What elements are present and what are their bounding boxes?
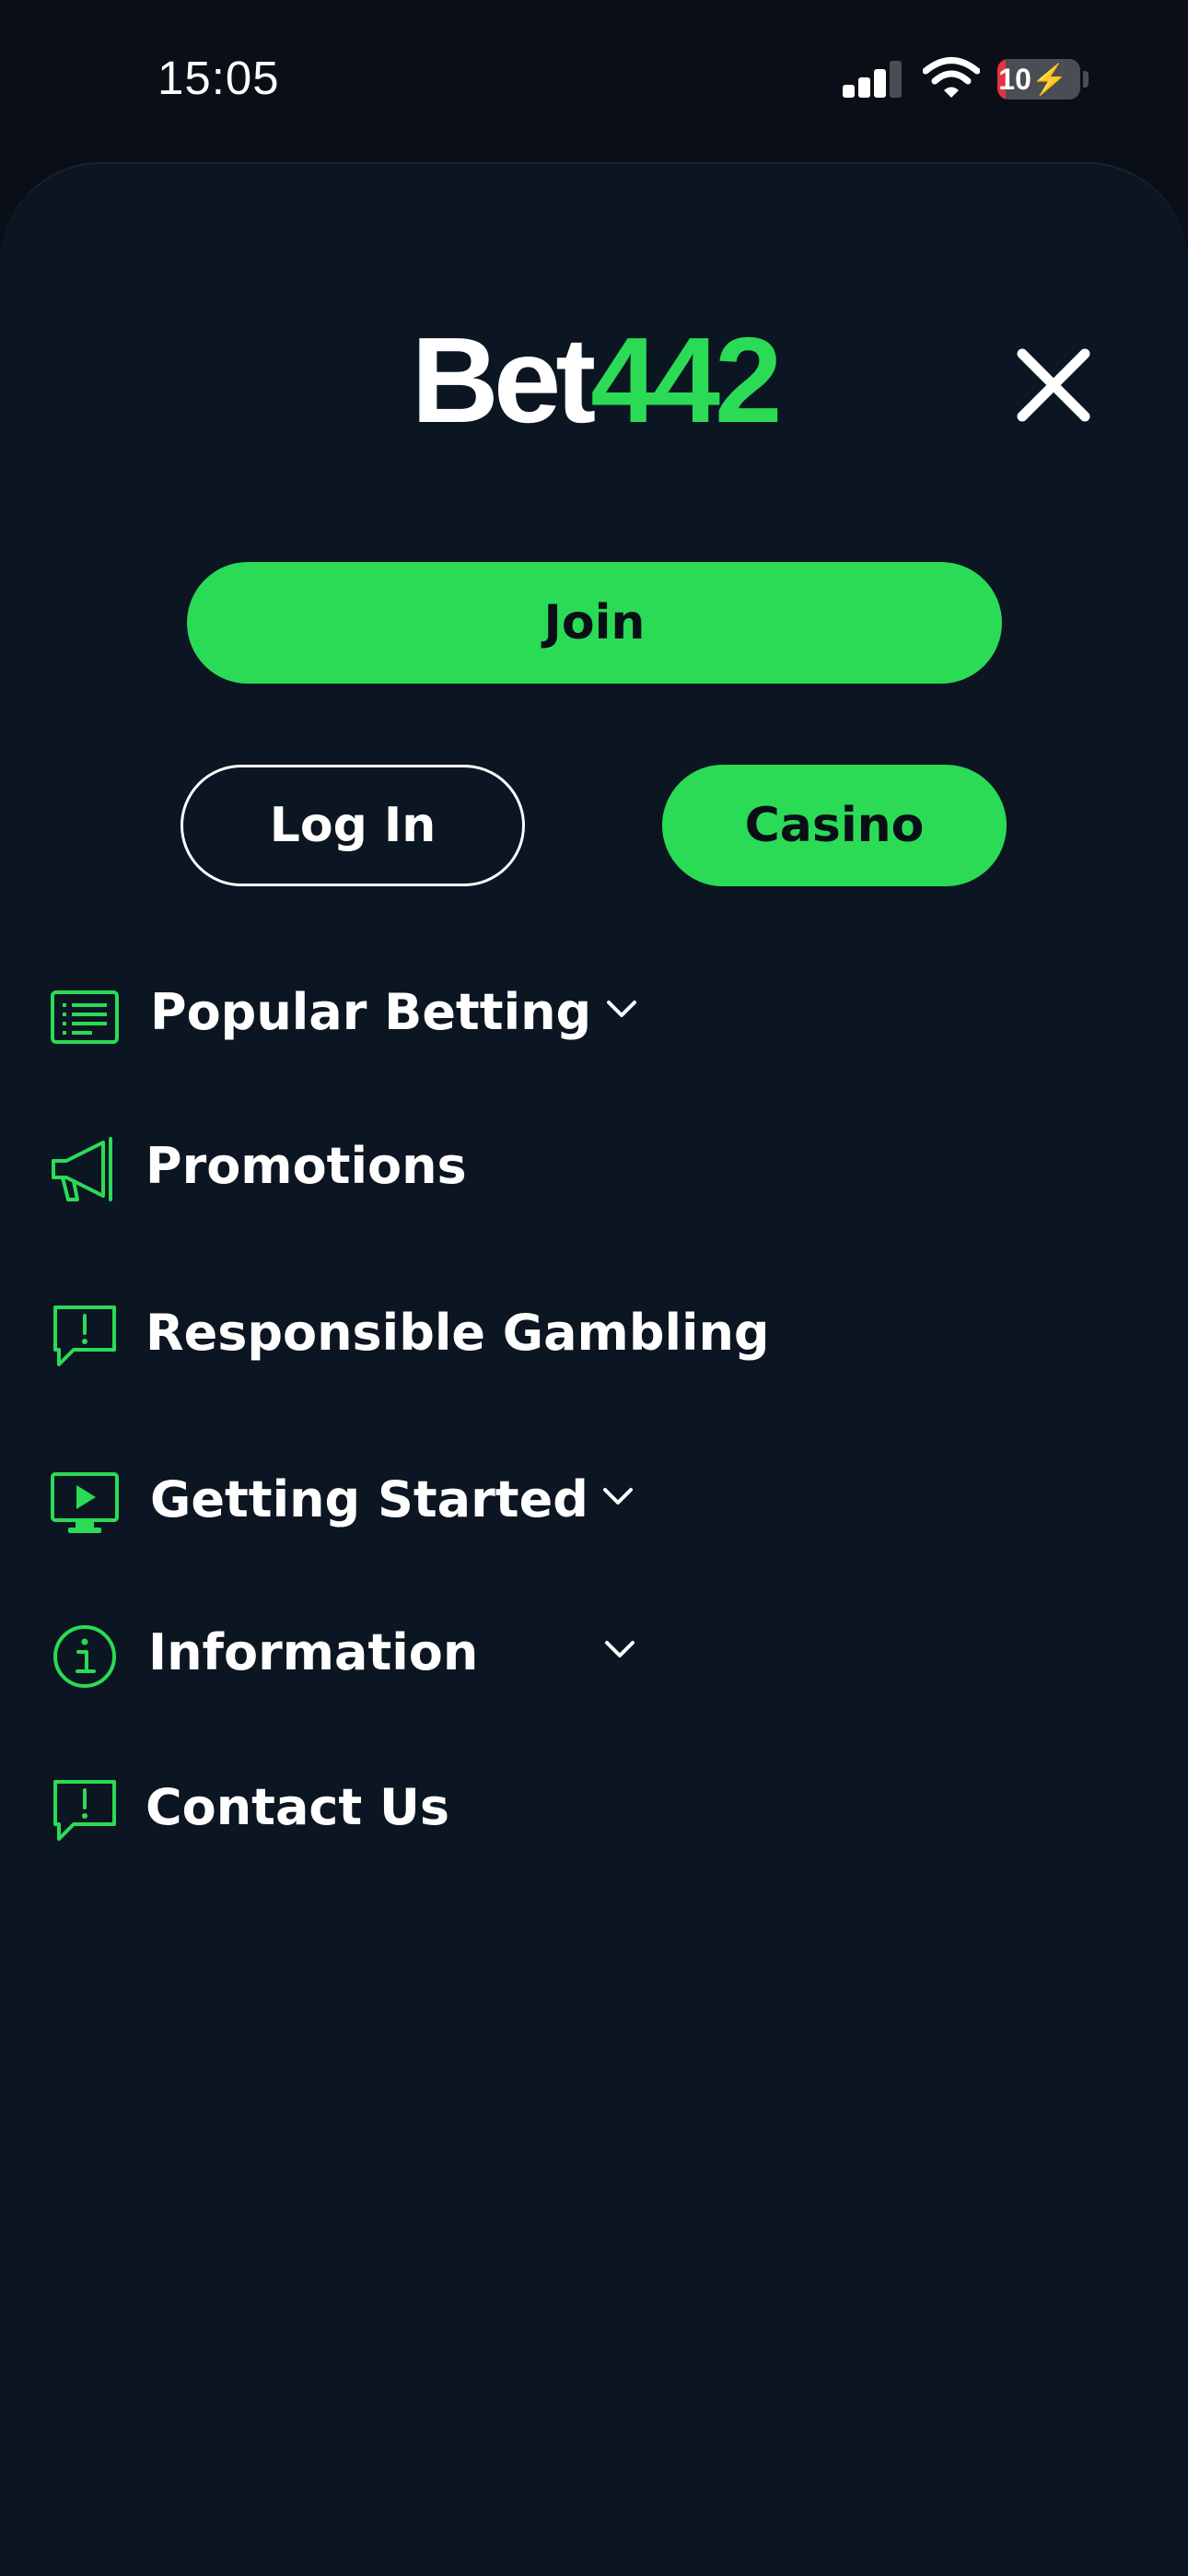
menu-item-label: Responsible Gambling: [146, 1304, 770, 1362]
battery-cap: [1083, 71, 1089, 88]
login-button[interactable]: Log In: [181, 765, 525, 886]
close-icon[interactable]: [1013, 345, 1094, 426]
menu-item-responsible-gambling[interactable]: Responsible Gambling: [0, 1283, 1188, 1385]
menu-item-information[interactable]: Information: [0, 1603, 1188, 1704]
menu-item-getting-started[interactable]: Getting Started: [0, 1450, 1188, 1551]
alert-message-icon: [53, 1306, 116, 1366]
logo-text-442: 442: [590, 312, 782, 448]
menu-item-label: Getting Started: [150, 1470, 588, 1528]
battery-level-text: 10⚡: [998, 63, 1068, 96]
screen: 15:05 10⚡ Bet442 Join Log In Casino Popu…: [0, 0, 1188, 2576]
chevron-down-icon[interactable]: [603, 1638, 636, 1660]
video-play-icon: [51, 1472, 119, 1533]
menu-item-contact-us[interactable]: Contact Us: [0, 1758, 1188, 1859]
menu-item-label: Information: [148, 1623, 479, 1681]
menu-item-popular-betting[interactable]: Popular Betting: [0, 963, 1188, 1064]
chevron-down-icon[interactable]: [605, 998, 638, 1020]
signal-icon: [843, 61, 903, 98]
alert-message-icon: [53, 1780, 116, 1841]
wifi-icon: [923, 57, 980, 98]
status-time: 15:05: [157, 52, 280, 104]
casino-button[interactable]: Casino: [662, 765, 1007, 886]
brand-logo: Bet442: [0, 311, 1188, 450]
menu-item-label: Popular Betting: [150, 983, 592, 1041]
battery-charging-icon: 10⚡: [997, 59, 1080, 100]
join-button[interactable]: Join: [187, 562, 1002, 684]
menu-item-label: Contact Us: [146, 1778, 450, 1836]
list-icon: [51, 990, 119, 1044]
megaphone-icon: [52, 1137, 112, 1201]
info-icon: [53, 1625, 116, 1688]
chevron-down-icon[interactable]: [601, 1485, 635, 1507]
logo-text-bet: Bet: [411, 312, 597, 448]
menu-item-label: Promotions: [146, 1137, 467, 1195]
menu-item-promotions[interactable]: Promotions: [0, 1117, 1188, 1218]
